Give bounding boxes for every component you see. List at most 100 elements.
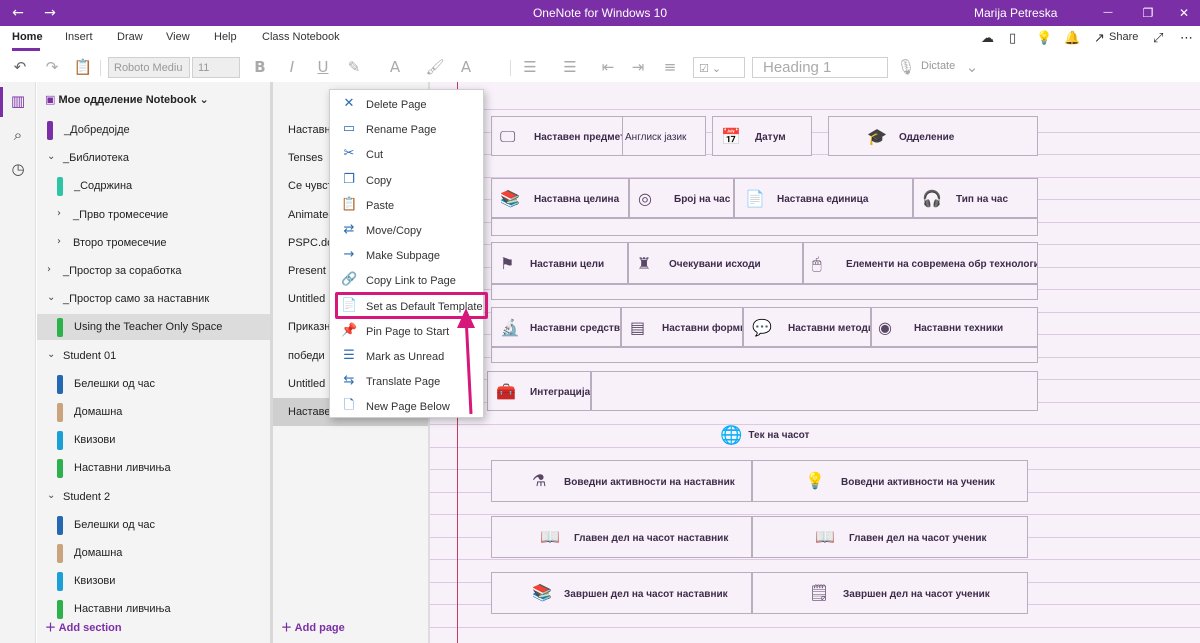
section-group[interactable]: ⌄ Student 2 [37, 484, 270, 510]
section-group[interactable]: › _Простор за соработка [37, 258, 270, 284]
section-item[interactable]: Наставни ливчиња [37, 455, 270, 481]
cell-forms[interactable]: ▤ Наставни форми [621, 307, 743, 347]
chevron-right-icon[interactable]: › [47, 264, 51, 275]
add-page-button[interactable]: ＋ Add page [281, 619, 345, 635]
tab-draw[interactable]: Draw [117, 31, 143, 43]
align-icon[interactable]: ≡ [660, 57, 680, 77]
outdent-icon[interactable]: ⇤ [598, 57, 618, 77]
tab-view[interactable]: View [166, 31, 190, 43]
cell-subject-value[interactable]: Англиск јазик [622, 116, 706, 156]
section-group[interactable]: ⌄ _Простор само за наставник [37, 286, 270, 312]
tab-insert[interactable]: Insert [65, 31, 93, 43]
close-button[interactable]: ✕ [1174, 3, 1194, 23]
cell-end-student[interactable]: 🗒 Завршен дел на часот ученик [752, 572, 1028, 614]
menu-item-make-subpage[interactable]: → Make Subpage [330, 243, 483, 268]
section-item[interactable]: _Содржина [37, 173, 270, 199]
maximize-button[interactable]: ❐ [1138, 3, 1158, 23]
bold-icon[interactable]: B [250, 57, 270, 77]
cell-intro-student[interactable]: 💡 Воведни активности на ученик [752, 460, 1028, 502]
indent-icon[interactable]: ⇥ [628, 57, 648, 77]
cell-techniques[interactable]: ◉ Наставни техники [871, 307, 1038, 347]
cell-intro-teacher[interactable]: ⚗ Воведни активности на наставник [491, 460, 752, 502]
section-group[interactable]: ⌄ _Библиотека [37, 145, 270, 171]
chevron-down-icon[interactable]: ⌄ [47, 490, 55, 501]
menu-item-rename[interactable]: ▭ Rename Page [330, 117, 483, 142]
highlighter-icon[interactable]: ✎ [344, 57, 364, 77]
font-size-box[interactable]: 11 [192, 57, 240, 78]
cell-end-teacher[interactable]: 📚 Завршен дел на часот наставник [491, 572, 752, 614]
share-button[interactable]: Share [1109, 31, 1138, 43]
menu-item-copy-link[interactable]: 🔗 Copy Link to Page [330, 268, 483, 293]
cell-lesson-unit[interactable]: 📄 Наставна единица [734, 178, 913, 218]
cell-objectives[interactable]: ⚑ Наставни цели [491, 242, 628, 284]
bullets-icon[interactable]: ☰ [520, 57, 540, 77]
bell-icon[interactable]: 🔔 [1064, 31, 1080, 46]
cell-main-teacher[interactable]: 📖 Главен дел на часот наставник [491, 516, 752, 558]
undo-icon[interactable]: ↶ [10, 57, 30, 77]
tab-home[interactable]: Home [12, 31, 43, 43]
expand-icon[interactable]: ⤢ [1153, 31, 1163, 46]
section-item[interactable]: Using the Teacher Only Space [37, 314, 270, 341]
section-item[interactable]: Квизови [37, 568, 270, 594]
notebook-icon[interactable]: ▯ [1009, 31, 1016, 46]
more-icon[interactable]: ⋯ [1180, 31, 1193, 46]
font-name-box[interactable]: Roboto Mediu [108, 57, 190, 78]
add-section-button[interactable]: ＋ Add section [45, 619, 122, 635]
cell-main-student[interactable]: 📖 Главен дел на часот ученик [752, 516, 1028, 558]
row3-blank[interactable] [491, 284, 1038, 300]
tab-class-notebook[interactable]: Class Notebook [262, 31, 340, 43]
numbering-icon[interactable]: ☰ [560, 57, 580, 77]
search-icon[interactable]: ⌕ [8, 126, 28, 146]
format-painter-icon[interactable]: 🖌 [425, 57, 445, 77]
cell-integration-value[interactable] [591, 371, 1038, 411]
cell-methods[interactable]: 💬 Наставни методи [743, 307, 871, 347]
microphone-icon[interactable]: 🎙 [896, 57, 916, 77]
cell-outcomes[interactable]: ♜ Очекувани исходи [628, 242, 803, 284]
italic-icon[interactable]: I [282, 57, 302, 77]
underline-icon[interactable]: U [313, 57, 333, 77]
chevron-right-icon[interactable]: › [57, 208, 61, 219]
chevron-down-icon[interactable]: ⌄ [47, 151, 55, 162]
section-item[interactable]: Квизови [37, 427, 270, 453]
section-item[interactable]: Белешки од час [37, 371, 270, 397]
dictate-button[interactable]: Dictate [921, 60, 955, 72]
notebooks-icon[interactable]: ▥ [8, 92, 28, 112]
row2-blank[interactable] [491, 218, 1038, 236]
redo-icon[interactable]: ↷ [42, 57, 62, 77]
cell-grade[interactable]: 🎓 Одделение [828, 116, 1038, 156]
chevron-down-icon[interactable]: ⌄ [47, 292, 55, 303]
tag-dropdown[interactable]: ☑ ⌄ [693, 57, 745, 78]
cell-resources[interactable]: 🔬 Наставни средства [491, 307, 621, 347]
menu-item-copy[interactable]: ❐ Copy [330, 168, 483, 193]
section-item[interactable]: Белешки од час [37, 512, 270, 538]
menu-item-cut[interactable]: ✂ Cut [330, 142, 483, 167]
minimize-button[interactable]: — [1098, 3, 1118, 23]
menu-item-delete[interactable]: ✕ Delete Page [330, 92, 483, 117]
cell-lesson-number[interactable]: ◎ Број на час [629, 178, 734, 218]
cell-tech[interactable]: 🖱 Елементи на современа обр технологија [803, 242, 1038, 284]
cell-date[interactable]: 📅 Датум [712, 116, 812, 156]
font-color-icon[interactable]: A [385, 57, 405, 77]
cell-unit[interactable]: 📚 Наставна целина [491, 178, 629, 218]
tab-help[interactable]: Help [214, 31, 237, 43]
page-canvas[interactable]: 🖵 Наставен предмет Англиск јазик 📅 Датум… [428, 82, 1200, 643]
dictate-chevron-icon[interactable]: ⌄ [962, 57, 982, 77]
row4-blank[interactable] [491, 347, 1038, 363]
style-dropdown[interactable]: Heading 1 [752, 57, 888, 78]
share-icon[interactable]: ↗ [1094, 31, 1105, 46]
cell-integration[interactable]: 🧰 Интеграција [487, 371, 591, 411]
section-group[interactable]: › _Прво тромесечие [37, 202, 270, 228]
lightbulb-icon[interactable]: 💡 [1036, 31, 1052, 46]
chevron-right-icon[interactable]: › [57, 236, 61, 247]
notebook-selector[interactable]: ▣ Мое одделение Notebook ⌄ [45, 93, 209, 106]
section-group[interactable]: › Второ тромесечие [37, 230, 270, 256]
recent-icon[interactable]: ◷ [8, 160, 28, 180]
section-item[interactable]: _Добредојде [37, 117, 270, 143]
chevron-down-icon[interactable]: ⌄ [47, 349, 55, 360]
cell-lesson-type[interactable]: 🎧 Тип на час [913, 178, 1038, 218]
menu-item-move-copy[interactable]: ⇄ Move/Copy [330, 218, 483, 243]
section-group[interactable]: ⌄ Student 01 [37, 343, 270, 369]
clipboard-icon[interactable]: 📋 [73, 57, 93, 77]
section-item[interactable]: Домашна [37, 540, 270, 566]
user-name[interactable]: Marija Petreska [974, 6, 1057, 20]
